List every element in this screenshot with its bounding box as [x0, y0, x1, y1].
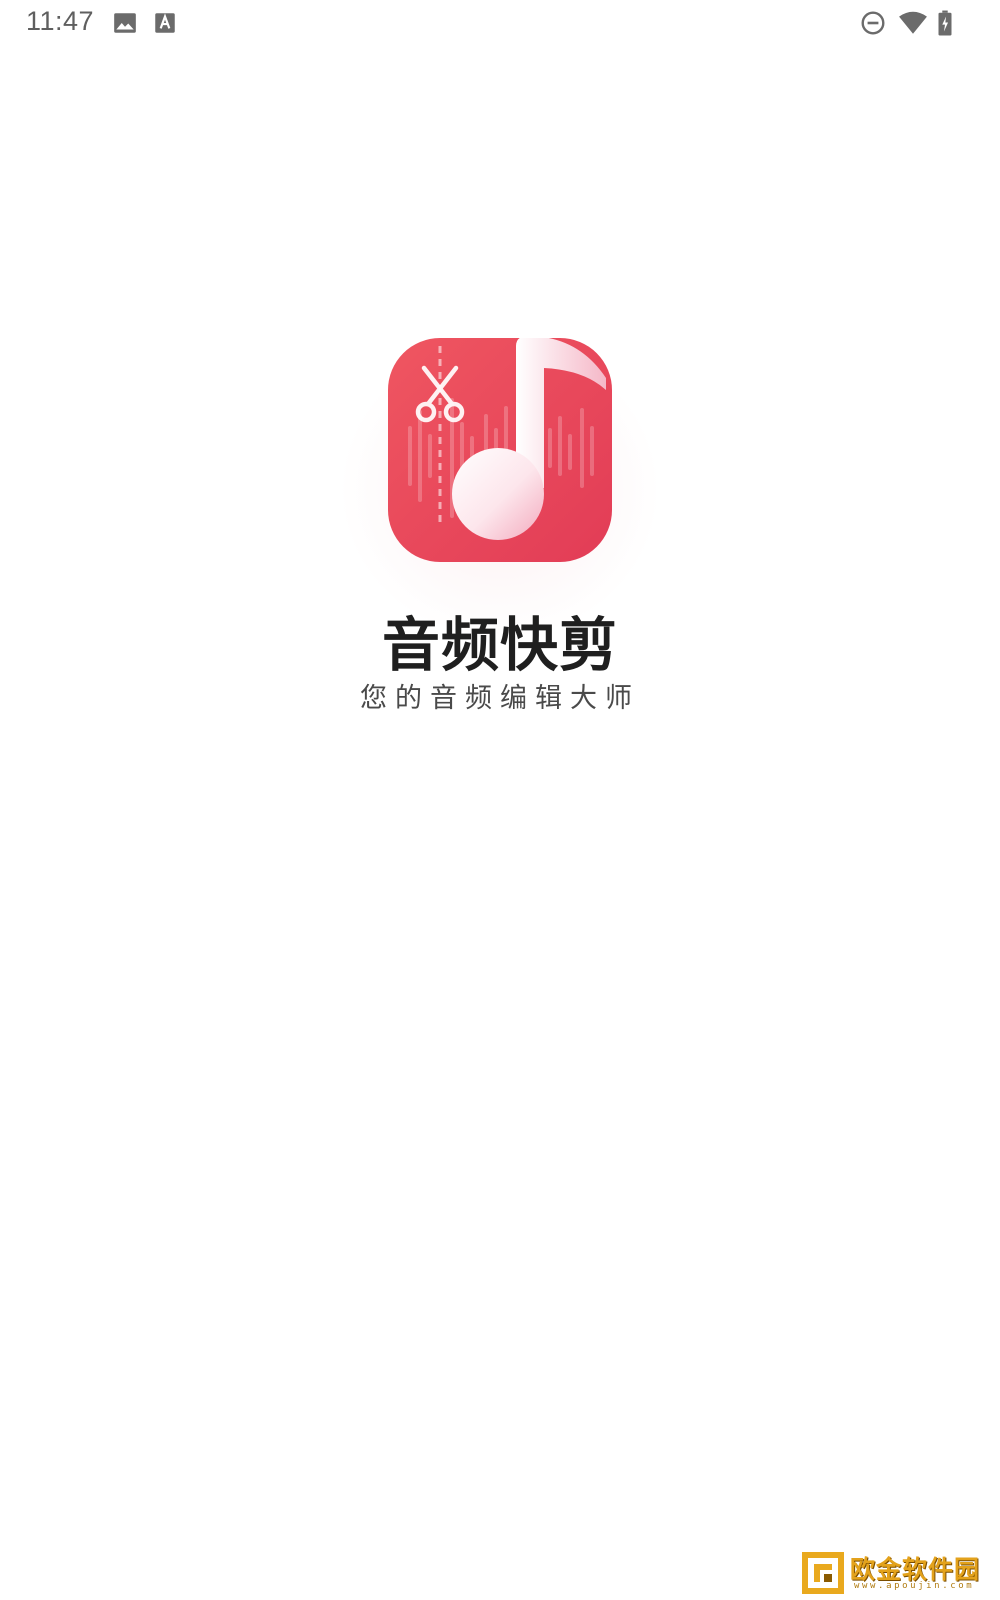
app-logo-icon: [388, 338, 612, 562]
wifi-icon: [899, 11, 927, 34]
watermark-logo-icon: [802, 1552, 844, 1594]
status-time: 11:47: [26, 6, 95, 36]
watermark: 欧金软件园 www.apoujin.com: [800, 1548, 996, 1598]
status-bar: 11:47: [0, 0, 1000, 48]
app-slogan: 您的音频编辑大师: [360, 683, 640, 714]
watermark-url: www.apoujin.com: [854, 1581, 975, 1591]
text-a-icon: [155, 13, 175, 33]
do-not-disturb-icon: [861, 11, 885, 35]
app-name: 音频快剪: [381, 611, 618, 679]
image-icon: [114, 13, 136, 33]
battery-charging-icon: [938, 10, 952, 36]
